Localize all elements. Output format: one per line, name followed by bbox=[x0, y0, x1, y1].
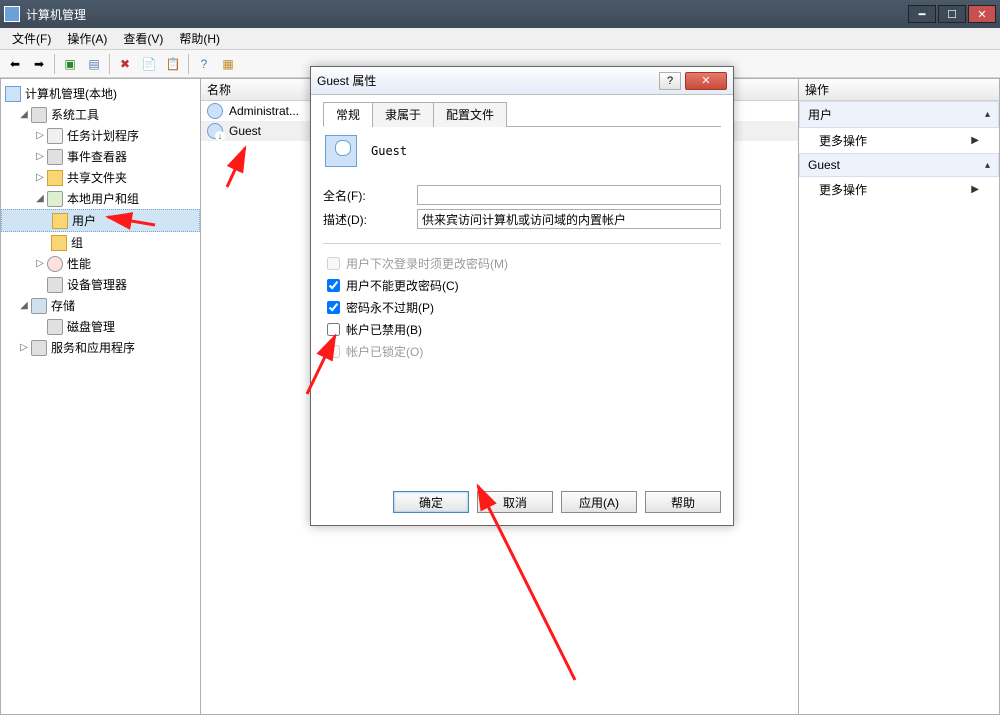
guest-properties-dialog: Guest 属性 ? ✕ 常规 隶属于 配置文件 Guest 全名(F): 描述… bbox=[310, 66, 734, 526]
menu-file[interactable]: 文件(F) bbox=[4, 28, 59, 49]
tree-devmgr[interactable]: ▷设备管理器 bbox=[1, 274, 200, 295]
tree-root[interactable]: 计算机管理(本地) bbox=[1, 83, 200, 104]
menu-view[interactable]: 查看(V) bbox=[115, 28, 171, 49]
actions-section-guest[interactable]: Guest▴ bbox=[799, 153, 999, 177]
menubar: 文件(F) 操作(A) 查看(V) 帮助(H) bbox=[0, 28, 1000, 50]
menu-help[interactable]: 帮助(H) bbox=[171, 28, 228, 49]
chevron-right-icon: ▶ bbox=[971, 184, 979, 195]
tree-shared[interactable]: ▷共享文件夹 bbox=[1, 167, 200, 188]
tab-profile[interactable]: 配置文件 bbox=[433, 102, 507, 127]
tree-storage[interactable]: ◢存储 bbox=[1, 295, 200, 316]
maximize-button[interactable]: ☐ bbox=[938, 5, 966, 23]
tree-tasksched[interactable]: ▷任务计划程序 bbox=[1, 125, 200, 146]
tree-eventvwr[interactable]: ▷事件查看器 bbox=[1, 146, 200, 167]
tree-users[interactable]: 用户 bbox=[1, 209, 200, 232]
chk-locked: 帐户已锁定(O) bbox=[323, 342, 721, 361]
delete-button[interactable]: ✖ bbox=[114, 53, 136, 75]
forward-button[interactable]: ➡ bbox=[28, 53, 50, 75]
chk-mustchange: 用户下次登录时须更改密码(M) bbox=[323, 254, 721, 273]
chk-disabled[interactable]: 帐户已禁用(B) bbox=[323, 320, 721, 339]
up-button[interactable]: ▣ bbox=[59, 53, 81, 75]
dialog-tabs: 常规 隶属于 配置文件 bbox=[323, 101, 721, 127]
apply-button[interactable]: 应用(A) bbox=[561, 491, 637, 513]
actions-section-users[interactable]: 用户▴ bbox=[799, 101, 999, 128]
back-button[interactable]: ⬅ bbox=[4, 53, 26, 75]
tree-pane: 计算机管理(本地) ◢系统工具 ▷任务计划程序 ▷事件查看器 ▷共享文件夹 ◢本… bbox=[1, 79, 201, 714]
window-titlebar: 计算机管理 ━ ☐ ✕ bbox=[0, 0, 1000, 28]
minimize-button[interactable]: ━ bbox=[908, 5, 936, 23]
props-button[interactable]: ▤ bbox=[83, 53, 105, 75]
tree-services[interactable]: ▷服务和应用程序 bbox=[1, 337, 200, 358]
tree-perf[interactable]: ▷性能 bbox=[1, 253, 200, 274]
fullname-label: 全名(F): bbox=[323, 187, 417, 204]
dialog-help-button[interactable]: ? bbox=[659, 72, 681, 90]
menu-action[interactable]: 操作(A) bbox=[59, 28, 115, 49]
tab-memberof[interactable]: 隶属于 bbox=[372, 102, 434, 127]
collapse-icon: ▴ bbox=[985, 160, 990, 171]
refresh-button[interactable]: 📄 bbox=[138, 53, 160, 75]
fullname-input[interactable] bbox=[417, 185, 721, 205]
dialog-titlebar: Guest 属性 ? ✕ bbox=[311, 67, 733, 95]
tree-localusers[interactable]: ◢本地用户和组 bbox=[1, 188, 200, 209]
desc-input[interactable] bbox=[417, 209, 721, 229]
chk-cannotchange[interactable]: 用户不能更改密码(C) bbox=[323, 276, 721, 295]
dialog-close-button[interactable]: ✕ bbox=[685, 72, 727, 90]
desc-label: 描述(D): bbox=[323, 211, 417, 228]
export-button[interactable]: 📋 bbox=[162, 53, 184, 75]
app-icon bbox=[4, 6, 20, 22]
tree-groups[interactable]: 组 bbox=[1, 232, 200, 253]
tree-systools[interactable]: ◢系统工具 bbox=[1, 104, 200, 125]
dialog-username: Guest bbox=[371, 144, 407, 158]
chevron-right-icon: ▶ bbox=[971, 135, 979, 146]
collapse-icon: ▴ bbox=[985, 109, 990, 120]
close-button[interactable]: ✕ bbox=[968, 5, 996, 23]
user-icon bbox=[325, 135, 357, 167]
ok-button[interactable]: 确定 bbox=[393, 491, 469, 513]
tree-diskmgmt[interactable]: ▷磁盘管理 bbox=[1, 316, 200, 337]
actions-pane: 操作 用户▴ 更多操作▶ Guest▴ 更多操作▶ bbox=[799, 79, 999, 714]
cancel-button[interactable]: 取消 bbox=[477, 491, 553, 513]
actions-header: 操作 bbox=[799, 79, 999, 101]
tab-general[interactable]: 常规 bbox=[323, 102, 373, 127]
help-button[interactable]: 帮助 bbox=[645, 491, 721, 513]
toggle-button[interactable]: ▦ bbox=[217, 53, 239, 75]
help-button[interactable]: ? bbox=[193, 53, 215, 75]
actions-more-users[interactable]: 更多操作▶ bbox=[799, 128, 999, 153]
dialog-title: Guest 属性 bbox=[317, 72, 376, 89]
chk-neverexpire[interactable]: 密码永不过期(P) bbox=[323, 298, 721, 317]
actions-more-guest[interactable]: 更多操作▶ bbox=[799, 177, 999, 202]
window-title: 计算机管理 bbox=[26, 6, 86, 23]
